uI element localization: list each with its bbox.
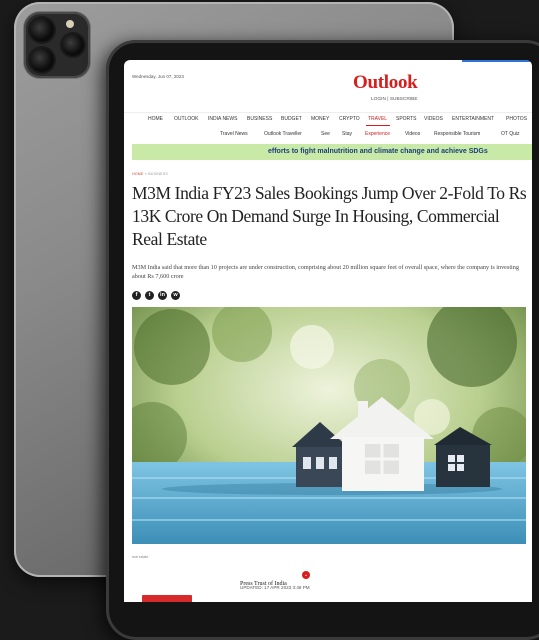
twitter-icon[interactable]: t <box>145 291 154 300</box>
camera-lens-icon <box>30 18 54 42</box>
linkedin-icon[interactable]: in <box>158 291 167 300</box>
subnav-item-videos[interactable]: Videos <box>405 131 420 137</box>
subnav-item-see[interactable]: See <box>321 131 330 137</box>
sub-nav: Travel News Outlook Traveller See Stay E… <box>124 129 532 141</box>
subnav-item-responsible-tourism[interactable]: Responsible Tourism <box>434 131 480 137</box>
breadcrumb-section[interactable]: BUSINESS <box>148 172 168 176</box>
subnav-item-outlook-traveller[interactable]: Outlook Traveller <box>264 131 302 137</box>
camera-module <box>24 12 90 78</box>
nav-item-videos[interactable]: VIDEOS <box>424 116 443 122</box>
nav-item-home[interactable]: HOME <box>148 116 163 122</box>
nav-item-entertainment[interactable]: ENTERTAINMENT <box>452 116 494 122</box>
nav-item-sports[interactable]: SPORTS <box>396 116 416 122</box>
nav-item-photos[interactable]: PHOTOS <box>506 116 527 122</box>
breadcrumb: HOME » BUSINESS <box>132 172 168 176</box>
nav-item-outlook[interactable]: OUTLOOK <box>174 116 198 122</box>
breadcrumb-separator: » <box>144 172 147 176</box>
subnav-item-experience[interactable]: Experience <box>365 131 390 137</box>
article-summary: M3M India said that more than 10 project… <box>132 264 519 280</box>
flash-icon <box>66 20 74 28</box>
login-subscribe-link[interactable]: LOGIN | SUBSCRIBE <box>371 97 418 102</box>
article-hero-image <box>132 307 526 544</box>
header-accent <box>462 60 532 62</box>
nav-item-money[interactable]: MONEY <box>311 116 329 122</box>
camera-lens-icon <box>62 34 84 56</box>
nav-item-crypto[interactable]: CRYPTO <box>339 116 360 122</box>
main-nav: HOME OUTLOOK INDIA NEWS BUSINESS BUDGET … <box>124 114 532 126</box>
breadcrumb-home[interactable]: HOME <box>132 172 144 176</box>
site-header: Wednesday, Jun 07, 2023 Outlook LOGIN | … <box>124 60 532 113</box>
nav-item-travel[interactable]: TRAVEL <box>368 116 387 122</box>
ad-banner[interactable]: efforts to fight malnutrition and climat… <box>132 144 532 160</box>
nav-item-business[interactable]: BUSINESS <box>247 116 272 122</box>
tablet-screen: Wednesday, Jun 07, 2023 Outlook LOGIN | … <box>124 60 532 602</box>
subnav-item-travel-news[interactable]: Travel News <box>220 131 248 137</box>
whatsapp-icon[interactable]: w <box>171 291 180 300</box>
facebook-icon[interactable]: f <box>132 291 141 300</box>
nav-item-india-news[interactable]: INDIA NEWS <box>208 116 237 122</box>
image-credit: real estate <box>132 555 149 559</box>
site-logo[interactable]: Outlook <box>353 72 418 94</box>
author-badge-icon: ⌄ <box>302 571 310 579</box>
subnav-item-stay[interactable]: Stay <box>342 131 352 137</box>
camera-lens-icon <box>30 48 54 72</box>
nav-active-indicator <box>366 125 390 126</box>
ad-banner-text: efforts to fight malnutrition and climat… <box>268 148 488 155</box>
article-headline: M3M India FY23 Sales Bookings Jump Over … <box>132 183 527 249</box>
floating-red-button[interactable] <box>142 595 192 602</box>
header-date: Wednesday, Jun 07, 2023 <box>132 74 184 79</box>
nav-item-budget[interactable]: BUDGET <box>281 116 302 122</box>
article-updated-time: UPDATED: 17 APR 2023 3:48 PM <box>240 585 310 590</box>
house-models-illustration <box>132 307 526 544</box>
subnav-item-ot-quiz[interactable]: OT Quiz <box>501 131 520 137</box>
